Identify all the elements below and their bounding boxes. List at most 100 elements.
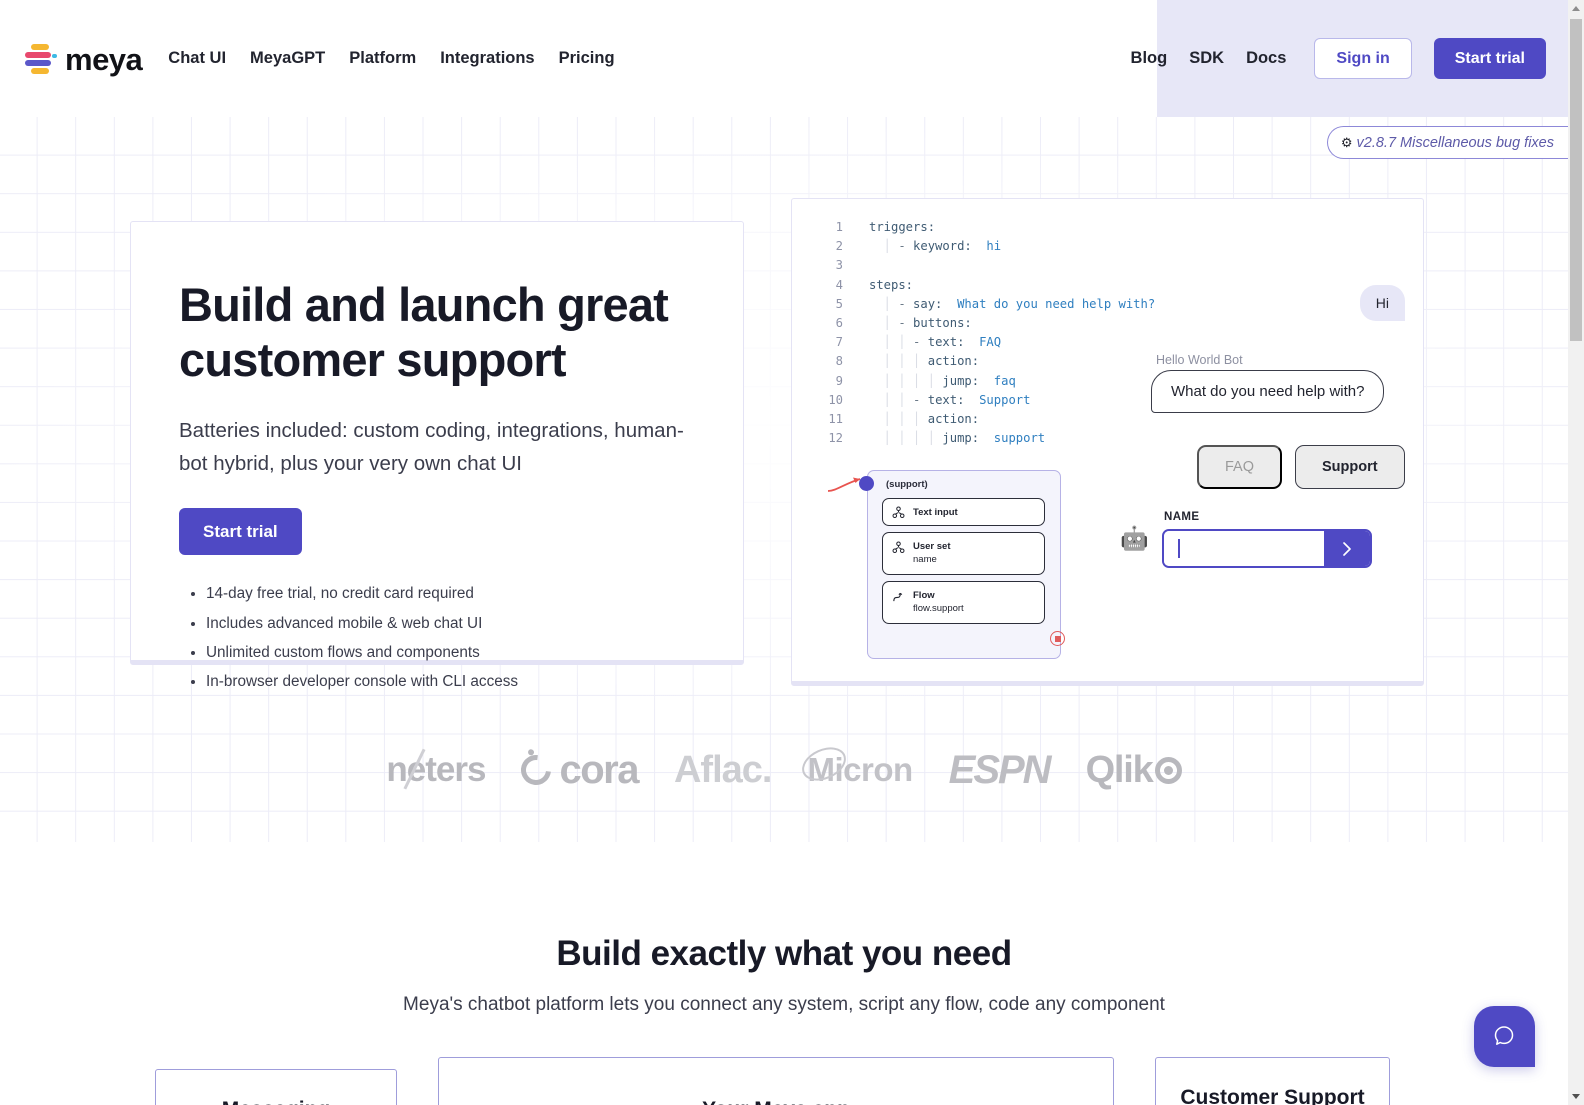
code-indent-guide: │ — [898, 431, 914, 446]
code-indent-guide: │ — [927, 431, 943, 446]
code-line: 3 — [817, 256, 1155, 275]
logo-cora-text: cora — [559, 747, 639, 792]
logo-aflac: Aflac. — [674, 749, 772, 792]
code-key: keyword: — [913, 239, 972, 254]
logo-espn: ESPN — [948, 747, 1052, 793]
yaml-code-block: 1 triggers: 2 │ - keyword: hi 3 4 steps: 5 │ … — [817, 218, 1155, 448]
vertical-scrollbar[interactable] — [1568, 0, 1584, 1105]
flow-node-flow[interactable]: Flow flow.support — [882, 581, 1045, 624]
code-key: text: — [927, 335, 965, 350]
flow-node-subtitle: flow.support — [913, 603, 964, 614]
chat-input-row — [1162, 529, 1372, 568]
code-line: 1 triggers: — [817, 218, 1155, 237]
code-indent-guide: │ — [869, 335, 899, 350]
nav-item-pricing[interactable]: Pricing — [559, 49, 615, 68]
code-indent-guide: │ — [898, 354, 914, 369]
chat-name-input[interactable] — [1164, 531, 1324, 566]
code-value: support — [979, 431, 1046, 446]
code-indent-guide: │ — [869, 373, 899, 388]
quick-reply-row: FAQ Support — [1197, 445, 1405, 489]
bot-message-bubble: What do you need help with? — [1151, 370, 1385, 413]
code-key: jump: — [942, 373, 980, 388]
flow-node-title: Text input — [913, 506, 958, 518]
logo-wordmark: meya — [65, 42, 143, 77]
scroll-up-arrow-icon[interactable] — [1568, 0, 1584, 17]
logo-espn-text: ESPN — [948, 747, 1052, 792]
code-line-number: 8 — [835, 354, 843, 369]
cora-mark-icon — [515, 748, 558, 792]
chat-preview: Hi Hello World Bot What do you need help… — [1112, 285, 1412, 605]
flow-node-subtitle: name — [913, 554, 937, 565]
code-line-number: 2 — [835, 239, 843, 254]
code-indent-guide: │ — [913, 373, 928, 388]
sign-in-button[interactable]: Sign in — [1314, 38, 1412, 79]
logo-qlik-text: Qlik — [1085, 748, 1154, 791]
hero-bullet-list: 14-day free trial, no credit card requir… — [206, 583, 695, 693]
code-line: 5 │ - say: What do you need help with? — [817, 295, 1156, 314]
start-trial-hero-button[interactable]: Start trial — [179, 508, 302, 556]
nav-item-chat-ui[interactable]: Chat UI — [168, 49, 226, 68]
card-label: Your Meya app — [702, 1098, 850, 1105]
flow-title: (support) — [886, 479, 928, 490]
code-key: text: — [927, 392, 965, 407]
code-value: hi — [971, 239, 1002, 254]
flow-node-user-set[interactable]: User set name — [882, 532, 1045, 575]
nav-item-meyagpt[interactable]: MeyaGPT — [250, 49, 325, 68]
version-badge-text: v2.8.7 Miscellaneous bug fixes — [1356, 134, 1554, 151]
gear-icon: ⚙ — [1340, 135, 1353, 150]
code-line: 10 │ │ - text: Support — [817, 391, 1155, 410]
flow-node-title: Flow — [913, 590, 935, 601]
code-line: 12 │ │ │ │ jump: support — [817, 429, 1155, 448]
bot-name-label: Hello World Bot — [1156, 353, 1243, 367]
code-value: FAQ — [964, 335, 1002, 350]
code-line-number: 1 — [835, 220, 843, 234]
user-message-bubble: Hi — [1359, 285, 1405, 321]
nav-item-sdk[interactable]: SDK — [1189, 49, 1224, 68]
chat-bubble-icon — [1494, 1025, 1513, 1045]
nav-item-docs[interactable]: Docs — [1246, 49, 1286, 68]
card-customer-support[interactable]: Customer Support — [1155, 1057, 1390, 1105]
quick-reply-faq-button[interactable]: FAQ — [1197, 445, 1283, 489]
card-messaging[interactable]: Messaging — [155, 1069, 397, 1105]
code-dash: - — [898, 239, 914, 254]
card-your-meya-app[interactable]: Your Meya app — [438, 1057, 1114, 1105]
code-key: buttons: — [913, 316, 972, 331]
version-badge[interactable]: ⚙ v2.8.7 Miscellaneous bug fixes — [1326, 126, 1568, 159]
customer-logo-strip: ne ters cora Aflac. Micron ESPN Qlik — [0, 735, 1568, 805]
list-item: Unlimited custom flows and components — [206, 642, 695, 664]
nav-item-integrations[interactable]: Integrations — [440, 49, 534, 68]
start-trial-nav-button[interactable]: Start trial — [1433, 38, 1546, 79]
chat-launcher-button[interactable] — [1474, 1006, 1535, 1067]
secondary-nav: Blog SDK Docs Sign in Start trial — [1131, 0, 1546, 117]
code-line-number: 9 — [835, 373, 843, 388]
flow-node-text-input[interactable]: Text input — [882, 498, 1045, 526]
section-title: Build exactly what you need — [556, 934, 1012, 973]
code-line-number: 10 — [828, 392, 843, 407]
logo-nexters-text-b: ters — [425, 750, 486, 789]
quick-reply-support-button[interactable]: Support — [1295, 445, 1405, 489]
code-indent-guide: │ — [927, 373, 943, 388]
list-item: In-browser developer console with CLI ac… — [206, 671, 695, 693]
code-line-number: 12 — [828, 431, 843, 446]
scroll-down-arrow-icon[interactable] — [1568, 1088, 1584, 1105]
code-indent-guide: │ — [898, 373, 914, 388]
logo-link[interactable]: meya — [24, 42, 143, 77]
page-title: Build and launch great customer support — [179, 278, 669, 386]
text-caret — [1178, 539, 1180, 558]
code-dash: - — [913, 392, 928, 407]
name-field-label: NAME — [1164, 511, 1200, 523]
code-value: faq — [979, 373, 1016, 388]
code-value: Support — [964, 392, 1031, 407]
code-key: jump: — [942, 431, 980, 446]
scrollbar-thumb[interactable] — [1570, 19, 1582, 341]
logo-nexters: ne ters — [386, 748, 486, 790]
robot-icon: 🤖 — [1120, 525, 1149, 551]
flow-stop-icon — [1050, 631, 1065, 646]
list-item: 14-day free trial, no credit card requir… — [206, 583, 695, 605]
code-indent-guide: │ — [913, 412, 928, 427]
nav-item-platform[interactable]: Platform — [349, 49, 416, 68]
nav-item-blog[interactable]: Blog — [1131, 49, 1168, 68]
send-button[interactable] — [1324, 531, 1370, 566]
code-line: 6 │ - buttons: — [817, 314, 1155, 333]
demo-preview-card: 1 triggers: 2 │ - keyword: hi 3 4 steps: 5 │ … — [791, 198, 1424, 686]
